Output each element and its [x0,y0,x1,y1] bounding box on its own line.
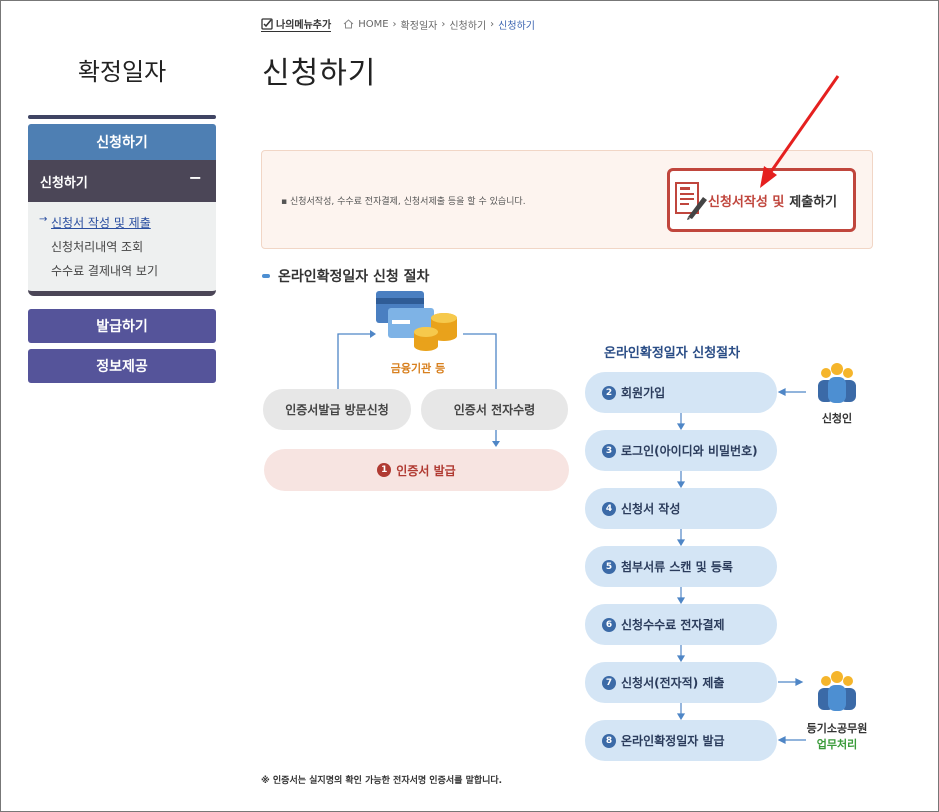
step-label: 로그인(아이디와 비밀번호) [621,444,758,458]
step-label: 신청서(전자적) 제출 [621,676,725,690]
officer-people-icon [818,671,856,711]
step-label: 첨부서류 스캔 및 등록 [621,560,733,574]
flow-step-attach: 5 첨부서류 스캔 및 등록 [585,546,777,587]
flow-step-submit: 7 신청서(전자적) 제출 [585,662,777,703]
step-label: 신청수수료 전자결제 [621,618,725,632]
flow-step-issue: 8 온라인확정일자 발급 [585,720,777,761]
step-label: 신청서 작성 [621,502,681,516]
flow-step-payment: 6 신청수수료 전자결제 [585,604,777,645]
flow-connectors [676,363,856,744]
step-label: 온라인확정일자 발급 [621,734,725,748]
officer-task-label: 업무처리 [816,738,858,751]
step-number: 5 [602,559,616,574]
step-number: 3 [602,443,616,458]
footnote: ※ 인증서는 실지명의 확인 가능한 전자서명 인증서를 말합니다. [261,776,503,786]
officer-label: 등기소공무원 [806,722,868,735]
step-number: 2 [602,385,616,400]
step-number: 7 [602,675,616,690]
applicant-people-icon [818,363,856,403]
flow-step-signup: 2 회원가입 [585,372,777,413]
step-label: 회원가입 [621,386,666,400]
flow-step-write: 4 신청서 작성 [585,488,777,529]
applicant-label: 신청인 [821,412,853,425]
flow-step-login: 3 로그인(아이디와 비밀번호) [585,430,777,471]
step-number: 4 [602,501,616,516]
step-number: 8 [602,733,616,748]
step-number: 6 [602,617,616,632]
